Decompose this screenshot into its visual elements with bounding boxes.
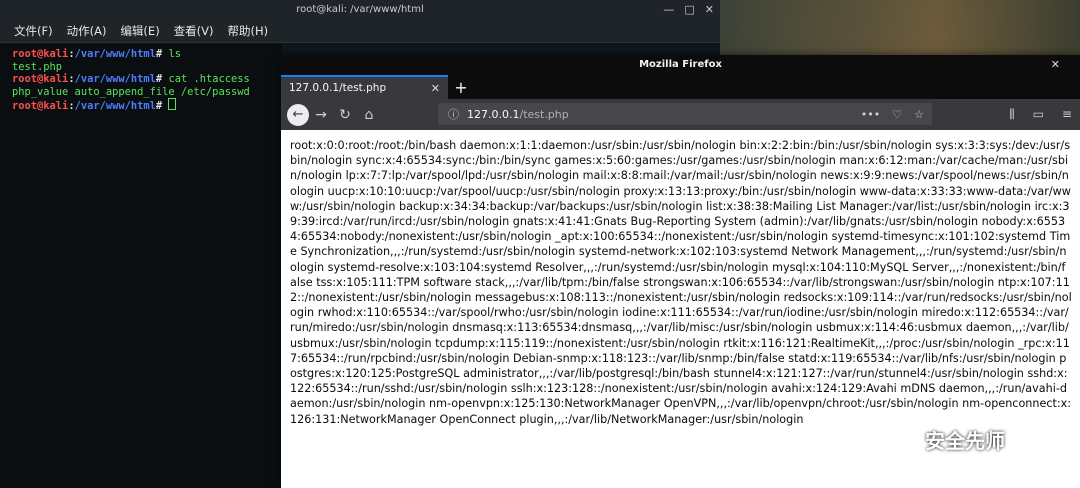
hamburger-menu-icon[interactable]: ≡	[1062, 107, 1072, 122]
terminal-title: root@kali: /var/www/html	[296, 4, 424, 15]
menu-help[interactable]: 帮助(H)	[228, 23, 269, 39]
terminal-output[interactable]: root@kali:/var/www/html# ls test.php roo…	[0, 44, 282, 488]
firefox-title: Mozilla Firefox	[639, 59, 722, 70]
watermark-logo-icon	[895, 427, 919, 452]
library-icon[interactable]: ⫼	[1009, 107, 1015, 122]
terminal-output-line: php_value auto_append_file /etc/passwd	[12, 85, 250, 98]
prompt-sign: #	[155, 73, 163, 86]
prompt-path: /var/www/html	[74, 73, 156, 86]
minimize-icon[interactable]: —	[663, 0, 674, 20]
url-bar-actions: ••• ♡ ☆	[861, 108, 924, 121]
bookmark-star-icon[interactable]: ☆	[914, 108, 924, 121]
url-path: /test.php	[519, 107, 569, 121]
prompt-sign: #	[155, 100, 163, 113]
tab-test-php[interactable]: 127.0.0.1/test.php ✕	[281, 75, 448, 99]
prompt-user: root@kali	[12, 48, 69, 60]
firefox-window[interactable]: Mozilla Firefox ✕ 127.0.0.1/test.php ✕ +…	[281, 55, 1080, 488]
pocket-icon[interactable]: ♡	[892, 108, 902, 121]
terminal-titlebar[interactable]: root@kali: /var/www/html — □ ✕	[0, 0, 720, 20]
firefox-titlebar[interactable]: Mozilla Firefox ✕	[281, 55, 1080, 75]
menu-action[interactable]: 动作(A)	[67, 23, 107, 39]
navigation-toolbar: ← → ↻ ⌂ ⓘ 127.0.0.1/test.php ••• ♡ ☆ ⫼ ▭…	[281, 99, 1080, 130]
menu-file[interactable]: 文件(F)	[14, 23, 53, 39]
terminal-line: root@kali:/var/www/html# ls	[12, 48, 181, 60]
wallpaper-scenery	[720, 0, 1080, 60]
tab-bar: 127.0.0.1/test.php ✕ +	[281, 75, 1080, 99]
url-bar[interactable]: ⓘ 127.0.0.1/test.php ••• ♡ ☆	[438, 103, 932, 125]
tab-close-icon[interactable]: ✕	[431, 82, 440, 95]
home-button[interactable]: ⌂	[357, 107, 381, 123]
terminal-line: root@kali:/var/www/html#	[12, 98, 282, 113]
prompt-path: /var/www/html	[74, 48, 156, 60]
reload-button[interactable]: ↻	[333, 107, 357, 123]
maximize-icon[interactable]: □	[684, 0, 694, 20]
watermark: 安全先师	[895, 425, 1005, 454]
back-button[interactable]: ←	[287, 103, 309, 126]
terminal-command: cat .htaccess	[168, 73, 250, 86]
prompt-user: root@kali	[12, 100, 69, 113]
arrow-left-icon: ←	[292, 107, 304, 122]
terminal-command: ls	[168, 48, 181, 60]
terminal-cursor	[168, 98, 177, 111]
prompt-user: root@kali	[12, 73, 69, 86]
page-actions-icon[interactable]: •••	[861, 108, 880, 121]
menu-view[interactable]: 查看(V)	[174, 23, 214, 39]
prompt-path: /var/www/html	[74, 100, 156, 113]
close-icon[interactable]: ✕	[705, 0, 714, 20]
terminal-output-line: test.php	[12, 60, 63, 73]
tab-label: 127.0.0.1/test.php	[289, 82, 387, 94]
menu-edit[interactable]: 编辑(E)	[120, 23, 159, 39]
close-icon[interactable]: ✕	[1051, 55, 1060, 75]
terminal-menubar: 文件(F) 动作(A) 编辑(E) 查看(V) 帮助(H)	[0, 20, 720, 43]
terminal-line: root@kali:/var/www/html# cat .htaccess	[12, 73, 250, 86]
forward-button[interactable]: →	[309, 107, 333, 123]
sidebar-icon[interactable]: ▭	[1033, 107, 1044, 122]
prompt-sign: #	[155, 48, 163, 60]
watermark-text: 安全先师	[925, 429, 1005, 453]
toolbar-right: ⫼ ▭ ≡	[1009, 107, 1072, 122]
info-icon[interactable]: ⓘ	[448, 106, 459, 122]
terminal-window-controls: — □ ✕	[663, 0, 714, 20]
url-host: 127.0.0.1	[467, 107, 520, 121]
new-tab-button[interactable]: +	[448, 75, 474, 99]
